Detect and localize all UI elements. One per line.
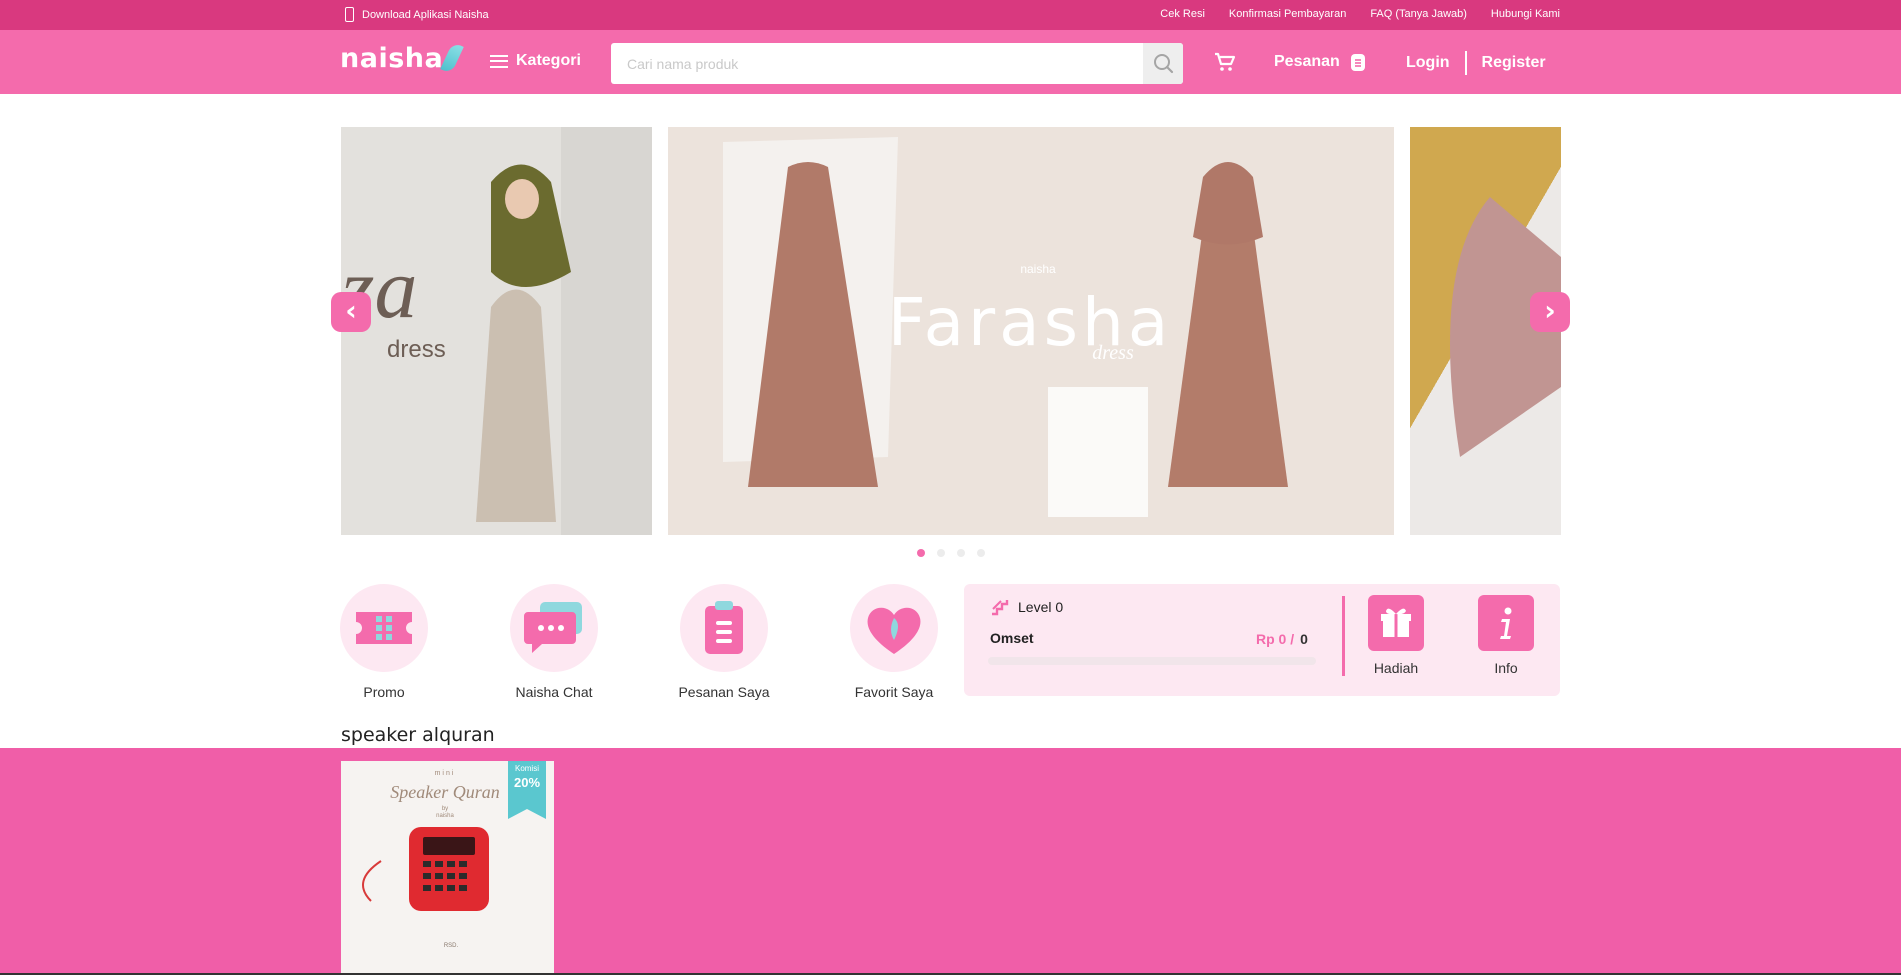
favorit-saya-shortcut[interactable]: Favorit Saya (819, 584, 969, 700)
register-link[interactable]: Register (1482, 54, 1546, 72)
carousel-dot-2[interactable] (937, 549, 945, 557)
carousel-dot-4[interactable] (977, 549, 985, 557)
carousel-dots (917, 549, 985, 557)
naisha-chat-shortcut[interactable]: Naisha Chat (479, 584, 629, 700)
pesanan-circle (680, 584, 768, 672)
leaf-icon (440, 41, 464, 75)
banner-carousel: za dress naisha Farasha dress (341, 127, 1561, 535)
ticket-icon (356, 612, 412, 644)
chevron-right-icon: › (1544, 294, 1556, 327)
komisi-value: 20% (513, 775, 541, 790)
slide1-sub: dress (387, 336, 446, 363)
omset-value: Rp 0 / (1256, 631, 1295, 647)
product-card[interactable]: mini Speaker Quran by naisha RSD. Komisi… (341, 761, 554, 975)
komisi-label: Komisi (514, 764, 539, 773)
promo-shortcut[interactable]: Promo (309, 584, 459, 700)
cart-icon (1215, 52, 1236, 71)
hubungi-kami-link[interactable]: Hubungi Kami (1491, 8, 1560, 20)
hadiah-label: Hadiah (1373, 660, 1419, 676)
search-input[interactable] (627, 43, 1127, 84)
search-box (611, 43, 1183, 84)
chat-icon (524, 602, 582, 653)
level-label: Level 0 (1018, 599, 1064, 615)
slide2-brand: naisha (1020, 262, 1056, 276)
member-level-panel: Level 0 Omset Rp 0 / 0 Hadiah Info (964, 584, 1560, 696)
pesanan-saya-shortcut[interactable]: Pesanan Saya (649, 584, 799, 700)
info-icon (1500, 607, 1512, 639)
menu-icon (490, 54, 508, 68)
faq-link[interactable]: FAQ (Tanya Jawab) (1370, 8, 1467, 20)
favorit-saya-label: Favorit Saya (854, 684, 934, 700)
stairs-icon (992, 600, 1009, 616)
cart-button[interactable] (1214, 51, 1236, 78)
carousel-next-button[interactable]: › (1530, 292, 1570, 332)
img-script: Speaker Quran (390, 782, 499, 802)
promo-circle (340, 584, 428, 672)
chevron-left-icon: ‹ (345, 294, 357, 327)
promo-label: Promo (363, 684, 405, 700)
naisha-logo[interactable]: naisha (340, 41, 464, 75)
gift-icon (1381, 608, 1411, 637)
kategori-label: Kategori (516, 52, 581, 69)
pesanan-button[interactable]: Pesanan (1274, 52, 1366, 72)
komisi-ribbon: Komisi 20% (508, 761, 546, 819)
farasha-dress-image: naisha Farasha dress (668, 127, 1394, 535)
info-label: Info (1494, 660, 1518, 676)
cek-resi-link[interactable]: Cek Resi (1160, 8, 1205, 20)
omset-target: 0 (1300, 631, 1308, 647)
img-price: RSD. (444, 943, 459, 949)
omset-value-row: Rp 0 / 0 (1256, 631, 1308, 647)
pesanan-saya-label: Pesanan Saya (678, 684, 770, 700)
slide2-sub: dress (1092, 342, 1134, 364)
search-icon (1154, 54, 1174, 74)
auth-links: Login Register (1406, 51, 1546, 75)
receipt-icon (1350, 54, 1365, 71)
top-links: Cek Resi Konfirmasi Pembayaran FAQ (Tany… (1160, 8, 1560, 20)
banner-slide-2[interactable]: naisha Farasha dress (668, 127, 1394, 535)
download-app-link[interactable]: Download Aplikasi Naisha (345, 7, 489, 22)
carousel-dot-1[interactable] (917, 549, 925, 557)
carousel-prev-button[interactable]: ‹ (331, 292, 371, 332)
hadiah-button[interactable] (1368, 595, 1424, 651)
omset-progress-bar (988, 657, 1316, 665)
carousel-dot-3[interactable] (957, 549, 965, 557)
kategori-button[interactable]: Kategori (490, 52, 581, 70)
pesanan-label: Pesanan (1274, 53, 1340, 70)
info-button[interactable] (1478, 595, 1534, 651)
chat-circle (510, 584, 598, 672)
section-title: speaker alquran (341, 724, 495, 746)
panel-divider (1342, 596, 1345, 676)
main-header: naisha Kategori Pesanan Login Regis (0, 30, 1901, 94)
img-by: by (442, 806, 448, 812)
login-link[interactable]: Login (1406, 54, 1450, 72)
banner-slide-1[interactable]: za dress (341, 127, 652, 535)
img-title: mini (435, 770, 456, 777)
download-app-label: Download Aplikasi Naisha (362, 8, 489, 21)
logo-text: naisha (340, 43, 444, 74)
favorit-circle (850, 584, 938, 672)
img-brand: naisha (436, 813, 454, 819)
konfirmasi-pembayaran-link[interactable]: Konfirmasi Pembayaran (1229, 8, 1346, 20)
naisha-chat-label: Naisha Chat (515, 684, 593, 700)
product-section-background (0, 748, 1901, 975)
omset-label: Omset (990, 630, 1034, 646)
top-bar: Download Aplikasi Naisha Cek Resi Konfir… (0, 0, 1901, 30)
phone-icon (345, 7, 354, 22)
level-row: Level 0 (990, 598, 1063, 616)
search-button[interactable] (1143, 43, 1183, 84)
auth-divider (1464, 51, 1467, 75)
hijab-model-image: za dress (341, 127, 652, 535)
clipboard-icon (705, 601, 743, 654)
heart-icon (867, 607, 921, 654)
